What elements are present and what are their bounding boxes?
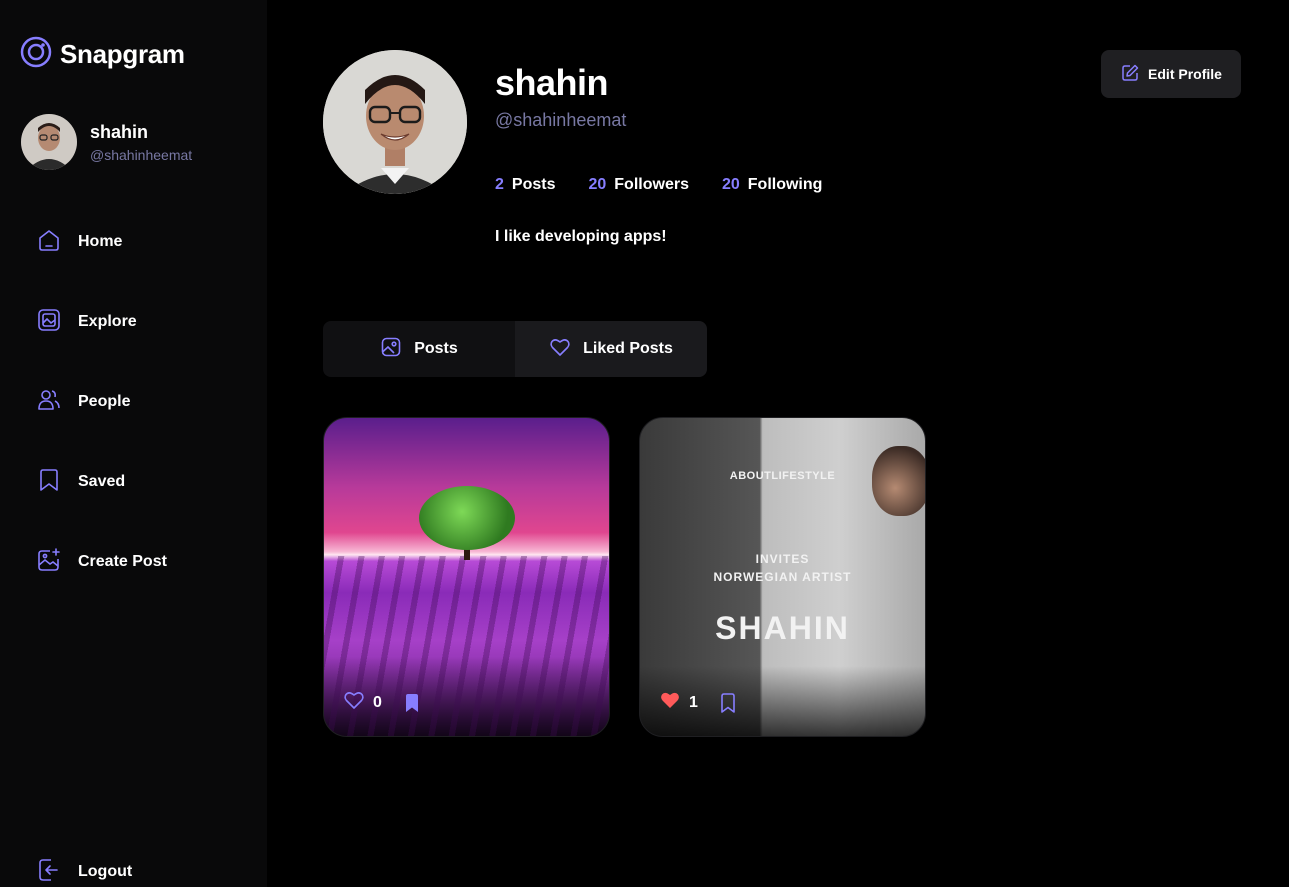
avatar: [21, 114, 77, 170]
create-post-icon: [36, 547, 62, 578]
profile-bio: I like developing apps!: [495, 228, 667, 245]
sidebar-item-people[interactable]: People: [36, 386, 167, 418]
like-icon[interactable]: [343, 689, 365, 716]
tab-label: Liked Posts: [583, 340, 673, 357]
stat-value: 20: [588, 176, 607, 193]
sidebar-item-label: Saved: [78, 473, 126, 490]
like-count: 0: [373, 693, 382, 711]
stat-label: Following: [747, 176, 823, 193]
sidebar-user-handle: @shahinheemat: [90, 146, 193, 163]
post-overlay-headline: SHAHIN: [715, 610, 850, 646]
sidebar-item-create-post[interactable]: Create Post: [36, 546, 167, 578]
stat-label: Followers: [614, 176, 689, 193]
logo[interactable]: Snapgram: [20, 36, 185, 73]
sidebar-user-card[interactable]: shahin @shahinheemat: [21, 114, 192, 170]
stat-value: 20: [721, 176, 740, 193]
sidebar-item-saved[interactable]: Saved: [36, 466, 167, 498]
sidebar-item-explore[interactable]: Explore: [36, 306, 167, 338]
stat-followers[interactable]: 20 Followers: [588, 176, 688, 194]
stat-following[interactable]: 20 Following: [722, 176, 822, 194]
logout-icon: [36, 857, 62, 887]
sidebar-item-label: Create Post: [78, 553, 167, 570]
edit-profile-button[interactable]: Edit Profile: [1101, 50, 1241, 98]
app: Snapgram shahin @shahinheemat Home Explo…: [0, 0, 1289, 887]
post-actions: 0: [343, 689, 421, 716]
logout-button[interactable]: Logout: [36, 856, 132, 887]
sidebar-user-name: shahin: [90, 121, 149, 142]
stat-posts: 2 Posts: [495, 176, 555, 194]
heart-filled-icon[interactable]: [659, 689, 681, 716]
home-icon: [36, 227, 62, 258]
bookmark-icon: [36, 467, 62, 498]
post-overlay-line2: NORWEGIAN ARTIST: [713, 570, 852, 584]
app-name: Snapgram: [60, 39, 185, 69]
snapgram-logo-icon: [20, 36, 52, 73]
bookmark-filled-icon[interactable]: [403, 693, 421, 713]
edit-icon: [1120, 63, 1140, 86]
sidebar-item-label: Explore: [78, 313, 137, 330]
tab-posts[interactable]: Posts: [323, 321, 515, 377]
sidebar: Snapgram shahin @shahinheemat Home Explo…: [0, 0, 267, 887]
sidebar-item-label: People: [78, 393, 131, 410]
sidebar-item-home[interactable]: Home: [36, 226, 167, 258]
post-overlay-text: INVITES NORWEGIAN ARTIST: [640, 550, 925, 586]
profile-tabs: Posts Liked Posts: [323, 321, 707, 377]
tab-label: Posts: [414, 340, 458, 357]
posts-icon: [380, 336, 402, 363]
post-overlay-line1: INVITES: [755, 552, 810, 566]
explore-icon: [36, 307, 62, 338]
profile-name: shahin: [495, 62, 609, 103]
posts-grid: 0 ABOUTLIFESTYLE INVITES NORWEGIAN ARTIS…: [323, 417, 926, 737]
tab-liked-posts[interactable]: Liked Posts: [515, 321, 707, 377]
logout-label: Logout: [78, 863, 133, 880]
stat-label: Posts: [511, 176, 556, 193]
profile-handle: @shahinheemat: [495, 110, 627, 130]
sidebar-nav: Home Explore People Saved Create Post: [36, 226, 167, 626]
edit-profile-label: Edit Profile: [1148, 66, 1222, 82]
profile-avatar: [323, 50, 467, 194]
heart-icon: [549, 336, 571, 363]
post-card[interactable]: ABOUTLIFESTYLE INVITES NORWEGIAN ARTIST …: [639, 417, 926, 737]
like-count: 1: [689, 693, 698, 711]
post-card[interactable]: 0: [323, 417, 610, 737]
stat-value: 2: [495, 176, 504, 193]
post-actions: 1: [659, 689, 737, 716]
sidebar-item-label: Home: [78, 233, 123, 250]
bookmark-icon[interactable]: [719, 692, 737, 713]
profile-stats: 2 Posts 20 Followers 20 Following: [495, 176, 822, 194]
people-icon: [36, 387, 62, 418]
post-overlay-brand: ABOUTLIFESTYLE: [729, 470, 836, 482]
